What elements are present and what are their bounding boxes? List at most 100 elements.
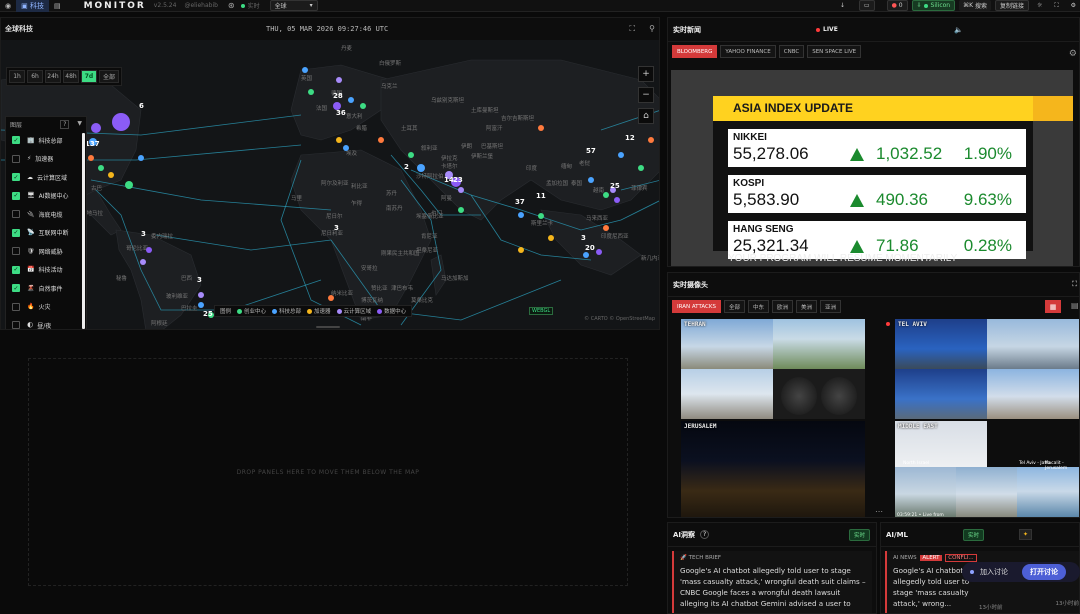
map-marker[interactable] (98, 165, 104, 171)
cluster-count[interactable]: 3 (334, 224, 339, 232)
drop-zone[interactable]: DROP PANELS HERE TO MOVE THEM BELOW THE … (28, 358, 628, 586)
news-tab-0[interactable]: BLOOMBERG (672, 45, 718, 58)
layer-item[interactable]: 🛡 网络威胁 (6, 242, 86, 261)
sparkle-icon[interactable]: ✦ (1019, 529, 1033, 540)
cluster-count[interactable]: 25 (203, 310, 213, 318)
layer-item[interactable]: 🔥 火灾 (6, 298, 86, 317)
news-card[interactable]: 🚀 TECH BRIEF Google's AI chatbot alleged… (672, 551, 872, 613)
news-card[interactable]: AI NEWS ALERT CONFLI... Google's AI chat… (885, 551, 1079, 613)
time-range-1[interactable]: 6h (27, 70, 43, 83)
map-marker[interactable] (458, 187, 464, 193)
map-marker[interactable] (146, 247, 152, 253)
map-marker[interactable] (408, 152, 414, 158)
download-icon[interactable]: ↓ (836, 0, 849, 11)
layer-item[interactable]: ✓ 📅 科技活动 (6, 261, 86, 280)
home-icon[interactable]: ⌂ (638, 108, 654, 124)
map-marker[interactable] (588, 177, 594, 183)
map-marker[interactable] (360, 103, 366, 109)
layer-item[interactable]: ✓ 🏢 科技总部 (6, 131, 86, 150)
cluster-count[interactable]: 25 (610, 182, 620, 190)
news-video[interactable]: ASIA INDEX UPDATE NIKKEI 55,278.06 1,032.5… (671, 70, 1073, 266)
cluster-count[interactable]: 57 (586, 147, 596, 155)
layer-checkbox[interactable] (12, 247, 20, 256)
cluster-count[interactable]: 137 (85, 140, 100, 148)
more-icon[interactable]: ⋯ (875, 507, 883, 516)
news-tab-1[interactable]: YAHOO FINANCE (720, 45, 776, 58)
cluster-count[interactable]: 12 (625, 134, 635, 142)
search-button[interactable]: ⌘K 搜索 (959, 0, 991, 11)
cluster-count[interactable]: 3 (197, 276, 202, 284)
map-marker[interactable] (417, 164, 425, 172)
map-marker[interactable] (198, 302, 204, 308)
cluster-count[interactable]: 3 (581, 234, 586, 242)
grid-view-icon[interactable]: ▦ (1045, 300, 1061, 313)
map-marker[interactable] (548, 235, 554, 241)
open-discussion-button[interactable]: 打开讨论 (1022, 564, 1066, 580)
cluster-count[interactable]: 37 (515, 198, 525, 206)
time-range-0[interactable]: 1h (9, 70, 25, 83)
layer-checkbox[interactable] (12, 321, 20, 329)
cluster-count[interactable]: 6 (139, 102, 144, 110)
cluster-count[interactable]: 23 (453, 176, 463, 184)
tab-tech[interactable]: ▣ 科技 (16, 0, 49, 12)
map-marker[interactable] (112, 113, 130, 131)
cam-tab-2[interactable]: 中东 (748, 300, 770, 313)
expand-icon[interactable]: ⛶ (630, 24, 636, 34)
cluster-count[interactable]: 2 (404, 163, 409, 171)
map-marker[interactable] (538, 125, 544, 131)
layer-checkbox[interactable]: ✓ (12, 136, 20, 145)
map-marker[interactable] (88, 155, 94, 161)
map-marker[interactable] (348, 97, 354, 103)
map-marker[interactable] (518, 247, 524, 253)
github-icon[interactable]: ⊛ (228, 1, 235, 10)
layers-scrollbar[interactable] (82, 133, 85, 329)
layer-checkbox[interactable]: ✓ (12, 284, 20, 293)
expand-icon[interactable]: ⛶ (1072, 280, 1077, 289)
layer-item[interactable]: ✓ 🖥 AI数据中心 (6, 187, 86, 206)
map-marker[interactable] (91, 123, 101, 133)
layer-item[interactable]: 🔌 海底电缆 (6, 205, 86, 224)
zoom-out-button[interactable]: − (638, 87, 654, 103)
map-marker[interactable] (518, 212, 524, 218)
region-select[interactable]: 全球 ▾ (269, 0, 318, 11)
map-marker[interactable] (603, 225, 609, 231)
handle[interactable]: @eliehabib (184, 2, 217, 9)
layer-checkbox[interactable] (12, 154, 20, 163)
map-marker[interactable] (328, 295, 334, 301)
news-tab-2[interactable]: CNBC (778, 45, 805, 58)
pin-icon[interactable]: ⚲ (649, 24, 655, 34)
zoom-in-button[interactable]: + (638, 66, 654, 82)
map-marker[interactable] (618, 152, 624, 158)
variant-button[interactable]: ⇩ Silicon (911, 0, 956, 11)
cam-jerusalem[interactable]: JERUSALEM (681, 421, 865, 517)
cluster-count[interactable]: 20 (585, 244, 595, 252)
layer-checkbox[interactable]: ✓ (12, 265, 20, 274)
theme-icon[interactable]: ☼ (1033, 0, 1046, 11)
cam-tehran[interactable]: TEHRAN (681, 319, 865, 419)
cluster-count[interactable]: 3 (141, 230, 146, 238)
list-view-icon[interactable]: ▤ (1071, 301, 1079, 310)
map-marker[interactable] (138, 155, 144, 161)
cam-tab-4[interactable]: 美洲 (796, 300, 818, 313)
map-marker[interactable] (140, 259, 146, 265)
discussion-widget[interactable]: 加入讨论 打开讨论 (962, 562, 1080, 582)
layer-checkbox[interactable] (12, 302, 20, 311)
cluster-count[interactable]: 11 (536, 192, 546, 200)
cam-tel-aviv[interactable]: TEL AVIV (895, 319, 1079, 419)
cam-tab-0[interactable]: IRAN ATTACKS (672, 300, 721, 313)
map-marker[interactable] (125, 181, 133, 189)
mute-icon[interactable]: 🔈 (954, 26, 963, 34)
cam-tab-5[interactable]: 亚洲 (820, 300, 842, 313)
globe-icon[interactable]: ◉ (0, 0, 16, 12)
settings-icon[interactable]: ⚙ (1067, 0, 1080, 11)
cam-tab-1[interactable]: 全部 (723, 300, 745, 313)
map-marker[interactable] (614, 197, 620, 203)
layer-checkbox[interactable] (12, 210, 20, 219)
layer-checkbox[interactable]: ✓ (12, 191, 20, 200)
map-marker[interactable] (596, 249, 602, 255)
layer-item[interactable]: 🌓 昼/夜 (6, 316, 86, 329)
map-marker[interactable] (648, 137, 654, 143)
time-range-3[interactable]: 48h (63, 70, 79, 83)
map-marker[interactable] (378, 137, 384, 143)
map-marker[interactable] (583, 252, 589, 258)
